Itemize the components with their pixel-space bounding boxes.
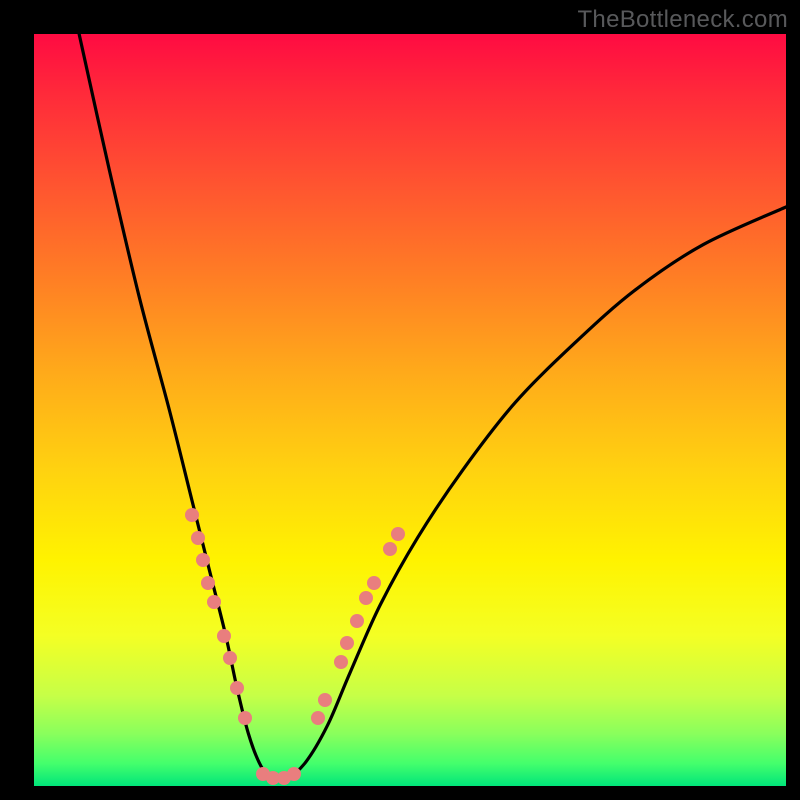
data-dot [383, 542, 397, 556]
data-dot [367, 576, 381, 590]
data-dot [391, 527, 405, 541]
data-dot [266, 771, 280, 785]
data-dot [201, 576, 215, 590]
data-dot [191, 531, 205, 545]
data-dot [350, 614, 364, 628]
data-dot [334, 655, 348, 669]
data-dot [311, 711, 325, 725]
data-dot [185, 508, 199, 522]
data-dot [238, 711, 252, 725]
data-dot [318, 693, 332, 707]
data-dot [223, 651, 237, 665]
data-dot [340, 636, 354, 650]
data-dot [196, 553, 210, 567]
bottleneck-curve [34, 34, 786, 786]
data-dot [230, 681, 244, 695]
watermark-text: TheBottleneck.com [577, 6, 788, 34]
data-dot [256, 767, 270, 781]
chart-container: TheBottleneck.com [0, 0, 800, 800]
data-dot [207, 595, 221, 609]
data-dot [277, 771, 291, 785]
data-dot [287, 767, 301, 781]
data-dot [359, 591, 373, 605]
data-dot [217, 629, 231, 643]
plot-area [34, 34, 786, 786]
curve-holder [34, 34, 786, 786]
